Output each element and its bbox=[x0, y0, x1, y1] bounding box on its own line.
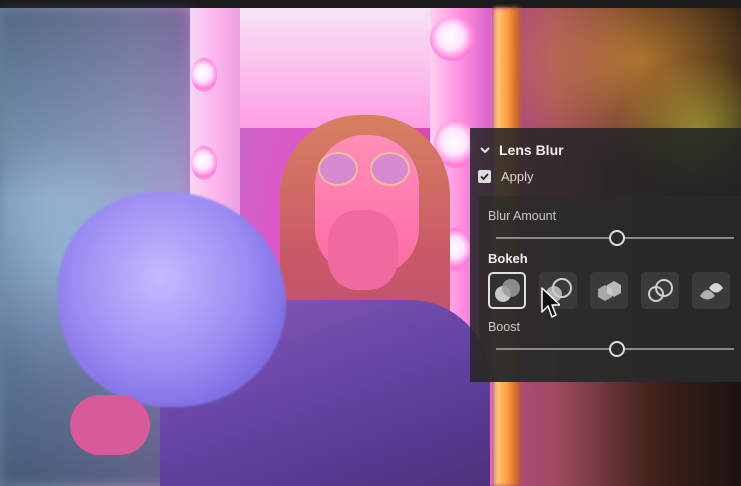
bokeh-option-circle[interactable] bbox=[488, 272, 526, 309]
light-bulb bbox=[191, 58, 217, 92]
checkmark-icon bbox=[480, 173, 489, 181]
apply-checkbox[interactable] bbox=[478, 170, 491, 183]
boost-slider[interactable] bbox=[496, 341, 734, 357]
blur-amount-slider[interactable] bbox=[496, 230, 734, 246]
bokeh-option-blade[interactable] bbox=[590, 272, 628, 309]
bokeh-circle-icon bbox=[495, 278, 520, 302]
bokeh-cat-eye-icon bbox=[700, 282, 723, 299]
light-bulb bbox=[191, 146, 217, 180]
bokeh-ring-icon bbox=[648, 278, 673, 302]
person-hand bbox=[70, 395, 150, 455]
bokeh-label: Bokeh bbox=[488, 251, 528, 266]
blur-amount-label: Blur Amount bbox=[488, 209, 557, 223]
person-hand bbox=[328, 210, 398, 290]
sunglasses-lens bbox=[318, 152, 358, 186]
bokeh-blade-icon bbox=[598, 280, 621, 301]
panel-title: Lens Blur bbox=[499, 142, 564, 158]
boost-label: Boost bbox=[488, 320, 520, 334]
light-bulb bbox=[430, 17, 476, 61]
sunglasses-lens bbox=[370, 152, 410, 186]
cotton-candy bbox=[58, 192, 286, 407]
mouse-cursor-icon bbox=[541, 287, 560, 318]
slider-thumb[interactable] bbox=[609, 341, 626, 357]
bokeh-option-cat-eye[interactable] bbox=[692, 272, 730, 309]
apply-label: Apply bbox=[501, 169, 534, 184]
bokeh-options bbox=[488, 272, 730, 309]
slider-thumb[interactable] bbox=[609, 230, 626, 246]
bokeh-option-ring[interactable] bbox=[641, 272, 679, 309]
chevron-down-icon[interactable] bbox=[478, 143, 492, 157]
panel-header[interactable]: Lens Blur bbox=[478, 142, 564, 158]
top-bar bbox=[0, 0, 741, 8]
mirror-frame-top bbox=[240, 8, 430, 128]
apply-checkbox-row[interactable]: Apply bbox=[478, 169, 534, 184]
lens-blur-panel: Lens Blur Apply Blur Amount Bokeh Boost bbox=[470, 128, 741, 382]
